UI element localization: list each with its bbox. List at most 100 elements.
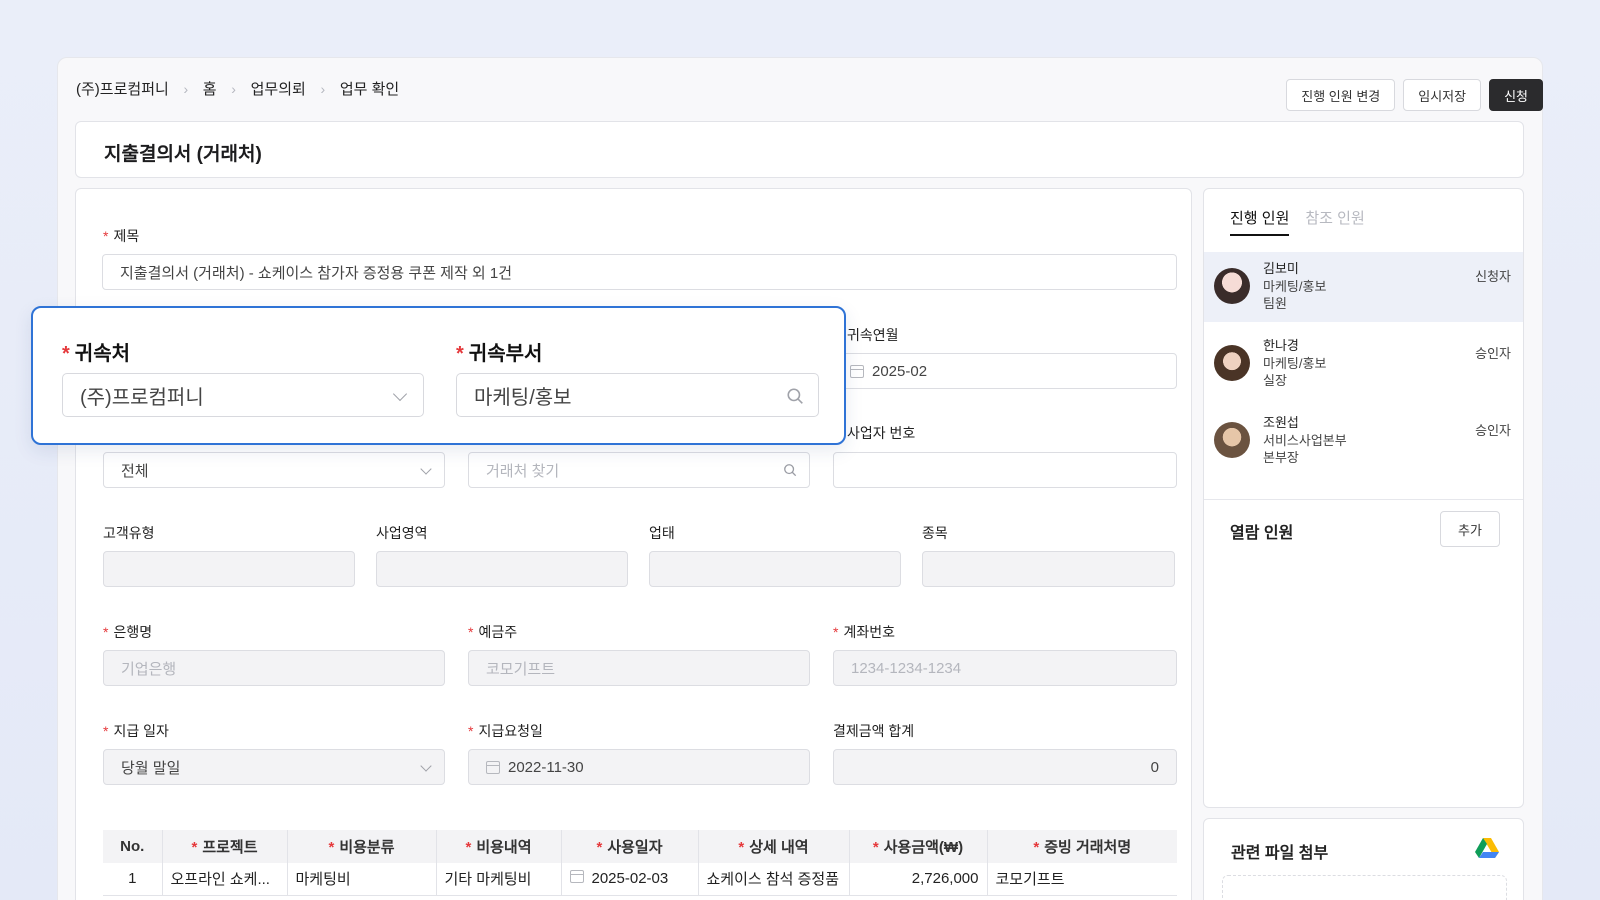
search-icon (787, 388, 803, 404)
col-amount: * 사용금액(₩) (849, 830, 988, 863)
tab-reference-people[interactable]: 참조 인원 (1305, 207, 1364, 236)
breadcrumb-current: 업무 확인 (339, 81, 400, 98)
divider (1204, 499, 1523, 500)
month-label: 귀속연월 (847, 327, 899, 343)
person-item[interactable]: 조원섭 서비스사업본부 본부장 승인자 (1204, 406, 1523, 476)
people-tabs: 진행 인원 참조 인원 (1230, 207, 1365, 236)
subject-label: * 제목 (103, 228, 140, 244)
table-header-row: No. * 프로젝트 * 비용분류 * 비용내역 * 사용일자 * 상세 내역 * 사용금액… (103, 830, 1177, 863)
affiliation-select[interactable]: (주)프로컴퍼니 (62, 373, 424, 417)
cell-project[interactable]: 오프라인 쇼케... (162, 863, 288, 896)
doc-title-box: 지출결의서 (거래처) (75, 121, 1524, 178)
col-project: * 프로젝트 (162, 830, 288, 863)
business-no-label: 사업자 번호 (847, 425, 916, 441)
col-detail: * 상세 내역 (698, 830, 850, 863)
chevron-right-icon: › (231, 80, 236, 97)
calendar-icon (850, 364, 864, 378)
col-item: * 비용내역 (436, 830, 562, 863)
col-vendor: * 증빙 거래처명 (987, 830, 1177, 863)
page-title: 지출결의서 (거래처) (104, 144, 262, 165)
avatar (1214, 422, 1250, 458)
holder-label: * 예금주 (468, 624, 518, 640)
file-dropzone[interactable] (1222, 875, 1507, 900)
total-amount: 0 (833, 749, 1177, 785)
calendar-icon (486, 760, 500, 774)
subject-input[interactable]: 지출결의서 (거래처) - 쇼케이스 참가자 증정용 쿠폰 제작 외 1건 (102, 254, 1177, 290)
search-icon (784, 464, 797, 477)
people-panel: 진행 인원 참조 인원 김보미 마케팅/홍보 팀원 신청자 한나경 마케팅/홍보 실… (1203, 188, 1524, 808)
request-date-label: * 지급요청일 (468, 723, 543, 739)
business-form-label: 업태 (649, 525, 675, 541)
chevron-down-icon (420, 463, 432, 475)
bank-label: * 은행명 (103, 624, 153, 640)
top-actions: 진행 인원 변경 임시저장 신청 (1286, 79, 1543, 111)
person-item[interactable]: 한나경 마케팅/홍보 실장 승인자 (1204, 329, 1523, 399)
chevron-right-icon: › (183, 80, 189, 97)
avatar (1214, 345, 1250, 381)
expense-table: No. * 프로젝트 * 비용분류 * 비용내역 * 사용일자 * 상세 내역 * 사용금액… (103, 830, 1177, 896)
cell-no: 1 (103, 863, 163, 896)
add-viewer-button[interactable]: 추가 (1440, 511, 1500, 547)
change-people-button[interactable]: 진행 인원 변경 (1286, 79, 1396, 111)
holder-input[interactable]: 코모기프트 (468, 650, 810, 686)
business-no-input[interactable] (833, 452, 1177, 488)
temp-save-button[interactable]: 임시저장 (1403, 79, 1482, 111)
chevron-down-icon (420, 760, 432, 772)
customer-type-label: 고객유형 (103, 525, 155, 541)
pay-date-select[interactable]: 당월 말일 (103, 749, 445, 785)
customer-type-input (103, 551, 355, 587)
person-dept: 서비스사업본부 본부장 (1263, 433, 1347, 465)
business-area-input (376, 551, 628, 587)
viewers-label: 열람 인원 (1230, 525, 1294, 542)
cell-amount[interactable]: 2,726,000 (849, 863, 988, 896)
month-input[interactable]: 2025-02 (832, 353, 1177, 389)
affiliation-label: * 귀속처 (62, 343, 130, 365)
person-role: 승인자 (1475, 423, 1511, 438)
breadcrumb-request[interactable]: 업무의뢰 (251, 78, 306, 99)
request-date-input[interactable]: 2022-11-30 (468, 749, 810, 785)
account-input[interactable]: 1234-1234-1234 (833, 650, 1177, 686)
person-role: 신청자 (1475, 269, 1511, 284)
department-label: * 귀속부서 (456, 343, 543, 365)
tab-progress-people[interactable]: 진행 인원 (1230, 207, 1290, 236)
person-item[interactable]: 김보미 마케팅/홍보 팀원 신청자 (1204, 252, 1523, 322)
avatar (1214, 268, 1250, 304)
file-panel: 관련 파일 첨부 (1203, 818, 1524, 900)
business-form-input (649, 551, 901, 587)
breadcrumb-company[interactable]: (주)프로컴퍼니 (76, 78, 169, 99)
account-label: * 계좌번호 (833, 624, 895, 640)
person-dept: 마케팅/홍보 실장 (1263, 356, 1327, 388)
business-item-input (922, 551, 1175, 587)
cell-vendor[interactable]: 코모기프트 (987, 863, 1177, 896)
cell-date[interactable]: 2025-02-03 (561, 863, 699, 896)
pay-date-label: * 지급 일자 (103, 723, 169, 739)
person-role: 승인자 (1475, 346, 1511, 361)
file-attach-label: 관련 파일 첨부 (1231, 845, 1329, 862)
google-drive-icon[interactable] (1475, 837, 1499, 859)
cell-item[interactable]: 기타 마케팅비 (436, 863, 562, 896)
breadcrumb: (주)프로컴퍼니 › 홈 › 업무의뢰 › 업무 확인 (76, 78, 399, 99)
chevron-down-icon (392, 386, 408, 402)
person-name: 한나경 (1263, 338, 1299, 353)
calendar-icon (569, 870, 584, 884)
table-row[interactable]: 1 오프라인 쇼케... 마케팅비 기타 마케팅비 2025-02-03 쇼케이… (103, 863, 1177, 896)
col-no: No. (103, 830, 163, 863)
person-name: 김보미 (1263, 261, 1299, 276)
department-search-input[interactable]: 마케팅/홍보 (456, 373, 819, 417)
form-panel (75, 188, 1192, 900)
bank-input[interactable]: 기업은행 (103, 650, 445, 686)
breadcrumb-home[interactable]: 홈 (203, 78, 217, 99)
business-item-label: 종목 (922, 525, 948, 541)
total-label: 결제금액 합계 (833, 723, 915, 739)
cell-category[interactable]: 마케팅비 (287, 863, 437, 896)
apply-button[interactable]: 신청 (1489, 79, 1543, 111)
person-name: 조원섭 (1263, 415, 1299, 430)
vendor-type-select[interactable]: 전체 (103, 452, 445, 488)
col-category: * 비용분류 (287, 830, 437, 863)
vendor-search-input[interactable]: 거래처 찾기 (468, 452, 810, 488)
person-dept: 마케팅/홍보 팀원 (1263, 279, 1327, 311)
cell-detail[interactable]: 쇼케이스 참석 증정품 (698, 863, 850, 896)
chevron-right-icon: › (320, 80, 326, 97)
business-area-label: 사업영역 (376, 525, 428, 541)
affiliation-highlight: * 귀속처 (주)프로컴퍼니 * 귀속부서 마케팅/홍보 (31, 306, 846, 445)
